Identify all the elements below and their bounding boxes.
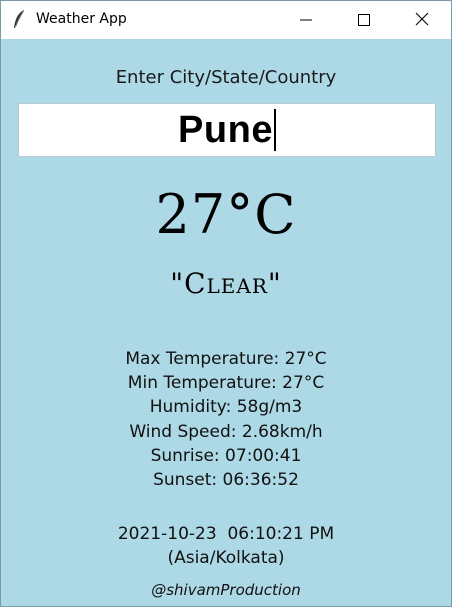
weather-details: Max Temperature: 27°C Min Temperature: 2… <box>1 347 451 492</box>
close-button[interactable] <box>393 1 451 39</box>
close-icon <box>415 11 429 30</box>
minimize-button[interactable] <box>277 1 335 39</box>
app-window: Weather App Enter City/State/Country Pun… <box>0 0 452 607</box>
city-input-value[interactable]: Pune <box>178 109 273 152</box>
min-temperature: Min Temperature: 27°C <box>127 373 325 394</box>
credit-footer: @shivamProduction <box>151 581 301 599</box>
weather-condition: "Clear" <box>170 267 282 300</box>
wind-speed: Wind Speed: 2.68km/h <box>129 421 323 442</box>
max-temperature: Max Temperature: 27°C <box>125 349 327 369</box>
text-caret <box>273 109 276 151</box>
maximize-button[interactable] <box>335 1 393 39</box>
maximize-icon <box>358 11 370 30</box>
sunrise-time: Sunrise: 07:00:41 <box>150 445 302 466</box>
minimize-icon <box>300 11 312 30</box>
feather-icon <box>11 9 27 31</box>
city-search-input[interactable]: Pune <box>18 103 436 157</box>
sunset-time: Sunset: 06:36:52 <box>153 469 299 490</box>
title-bar[interactable]: Weather App <box>1 1 451 39</box>
timezone-label: (Asia/Kolkata) <box>167 548 285 568</box>
humidity: Humidity: 58g/m3 <box>149 397 303 418</box>
temperature-display: 27°C <box>155 183 297 246</box>
local-datetime: 2021-10-23 06:10:21 PM <box>117 524 335 544</box>
search-prompt-label: Enter City/State/Country <box>115 67 337 88</box>
window-title: Weather App <box>36 11 127 27</box>
